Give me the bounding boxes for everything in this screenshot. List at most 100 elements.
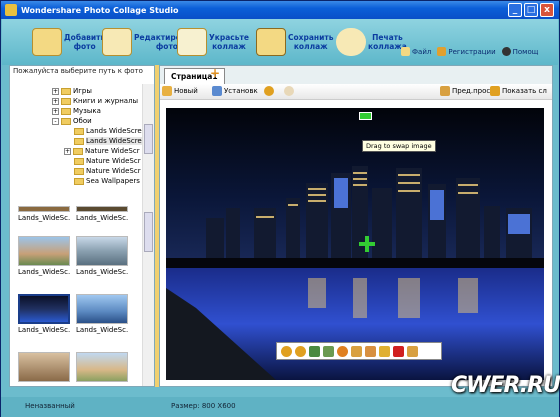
rotate-icon[interactable]: [337, 345, 348, 357]
flip-icon[interactable]: [351, 345, 362, 357]
collage-canvas[interactable]: Drag to swap image: [166, 108, 544, 380]
thumbnail-image: [18, 206, 70, 212]
folder-icon: [61, 97, 71, 105]
save-icon: [256, 28, 286, 56]
file-menu[interactable]: Файл: [401, 47, 431, 56]
show-label: Показать сл: [502, 87, 547, 95]
save-collage-button[interactable]: Сохранить коллаж: [256, 22, 333, 62]
undo-icon: [264, 86, 274, 96]
redo-button[interactable]: [284, 86, 294, 96]
thumbnail-image: [18, 294, 70, 324]
tree-item-selected[interactable]: Lands WideScre: [74, 136, 142, 146]
decorate-collage-label: Украсьте коллаж: [209, 33, 249, 51]
city-night-photo[interactable]: [166, 108, 544, 380]
delete-icon[interactable]: [393, 345, 404, 357]
register-menu-label: Регистрации: [448, 47, 496, 56]
thumbnail[interactable]: Lands_WideSc...: [18, 236, 70, 276]
zoom-out-icon[interactable]: [295, 345, 306, 357]
add-photo-button[interactable]: Добавить фото: [32, 22, 105, 62]
app-window: Wondershare Photo Collage Studio _ □ x Д…: [0, 0, 560, 417]
expander-icon[interactable]: +: [52, 97, 59, 105]
thumbnail[interactable]: Lands_WideSc...: [76, 206, 128, 222]
print-collage-button[interactable]: Печать коллажа: [336, 22, 407, 62]
close-button[interactable]: x: [540, 3, 554, 17]
tree-item[interactable]: + Книги и журналы: [52, 96, 138, 106]
help-menu-label: Помощ: [512, 47, 539, 56]
bring-front-icon[interactable]: [365, 345, 376, 357]
tree-item[interactable]: Sea Wallpapers: [74, 176, 140, 186]
thumbnail[interactable]: Lands_WideSc...: [76, 294, 128, 334]
app-icon: [5, 4, 17, 16]
expander-icon[interactable]: +: [52, 107, 59, 115]
tree-item[interactable]: + Музыка: [52, 106, 101, 116]
new-icon: [162, 86, 172, 96]
help-icon: [501, 47, 511, 56]
tree-item[interactable]: + Игры: [52, 86, 92, 96]
thumbnail-caption: Lands_WideSc...: [76, 214, 128, 222]
scrollbar-thumb[interactable]: [144, 212, 153, 252]
folder-icon: [74, 127, 84, 135]
tree-item[interactable]: Lands WideScre: [74, 126, 142, 136]
tree-item[interactable]: Nature WideScr: [74, 156, 141, 166]
path-prompt: Пожалуйста выберите путь к фото: [13, 67, 143, 75]
canvas-size: Размер: 800 X600: [171, 402, 236, 410]
thumbnail[interactable]: [76, 352, 128, 382]
thumbnail[interactable]: [18, 352, 70, 382]
preview-button[interactable]: Пред.прос: [440, 86, 490, 96]
title-bar: Wondershare Photo Collage Studio _ □ x: [1, 1, 559, 19]
decorate-icon: [177, 28, 207, 56]
watermark: CWER.RU: [451, 373, 560, 398]
thumbnail-image: [76, 352, 128, 382]
move-cross-icon[interactable]: [359, 236, 375, 252]
thumbnail[interactable]: Lands_WideSc...: [18, 206, 70, 222]
fit-image-icon[interactable]: [309, 345, 320, 357]
crop-icon[interactable]: [323, 345, 334, 357]
key-icon: [437, 47, 447, 56]
show-button[interactable]: Показать сл: [490, 86, 547, 96]
expander-icon[interactable]: +: [64, 147, 71, 155]
thumbnail-scrollbar[interactable]: [142, 206, 154, 386]
secondary-menu: Файл Регистрации Помощ: [401, 47, 538, 56]
maximize-button[interactable]: □: [524, 3, 538, 17]
thumbnail-selected[interactable]: Lands_WideSc...: [18, 294, 70, 334]
tree-scrollbar[interactable]: [142, 84, 154, 206]
thumbnail-caption: Lands_WideSc...: [18, 268, 70, 276]
swap-handle-icon[interactable]: [359, 112, 372, 120]
print-icon: [336, 28, 366, 56]
drag-tooltip: Drag to swap image: [362, 140, 436, 152]
tree-item[interactable]: Nature WideScr: [74, 166, 141, 176]
add-photo-label: Добавить фото: [64, 33, 106, 51]
register-menu[interactable]: Регистрации: [437, 47, 496, 56]
thumbnail-caption: Lands_WideSc...: [76, 326, 128, 334]
thumbnail[interactable]: Lands_WideSc...: [76, 236, 128, 276]
folder-icon: [61, 87, 71, 95]
collapse-icon[interactable]: -: [52, 117, 59, 125]
collage-panel: Страница1 + Новый Установк Пред.прос Пок…: [159, 65, 553, 387]
zoom-in-icon[interactable]: [281, 345, 292, 357]
tree-item[interactable]: + Nature WideScr: [64, 146, 140, 156]
settings-icon: [212, 86, 222, 96]
settings-label: Установк: [224, 87, 258, 95]
undo-button[interactable]: [264, 86, 274, 96]
thumbnail-image: [76, 294, 128, 324]
image-tools-bar: [276, 342, 442, 360]
new-button[interactable]: Новый: [162, 86, 198, 96]
properties-icon[interactable]: [407, 345, 418, 357]
thumbnail-caption: Lands_WideSc...: [76, 268, 128, 276]
thumbnail-caption: Lands_WideSc...: [18, 214, 70, 222]
scrollbar-thumb[interactable]: [144, 124, 153, 154]
settings-button[interactable]: Установк: [212, 86, 258, 96]
folder-tree: + Игры + Книги и журналы + Музыка - Обои Lan…: [10, 84, 142, 206]
help-menu[interactable]: Помощ: [501, 47, 539, 56]
lock-icon[interactable]: [379, 345, 390, 357]
minimize-button[interactable]: _: [508, 3, 522, 17]
tree-item[interactable]: - Обои: [52, 116, 92, 126]
add-photo-icon: [32, 28, 62, 56]
decorate-collage-button[interactable]: Украсьте коллаж: [177, 22, 249, 62]
document-name: Неназванный: [25, 402, 75, 410]
photo-browser-panel: Пожалуйста выберите путь к фото + Игры + К…: [9, 65, 155, 387]
page-tabs: Страница1 +: [160, 66, 552, 84]
edit-photo-icon: [102, 28, 132, 56]
add-page-icon[interactable]: +: [210, 67, 220, 79]
expander-icon[interactable]: +: [52, 87, 59, 95]
